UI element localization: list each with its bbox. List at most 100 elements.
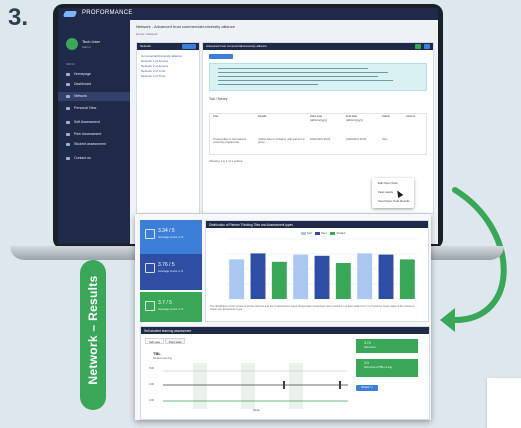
sidebar-item-personal-view[interactable]: Personal View bbox=[58, 104, 130, 113]
col-header[interactable]: Actions bbox=[406, 114, 415, 122]
sidebar-item-peer-assessment[interactable]: Peer Assessment bbox=[58, 130, 130, 139]
network-tree-card: Network Commercial/University alliance N… bbox=[136, 42, 200, 214]
learning-assessment-panel: Self-student learning assessment Self vi… bbox=[140, 326, 430, 420]
distribution-bar-chart bbox=[226, 238, 418, 300]
app-window: PROFORMANCE Tech User Admin MENU Homepag… bbox=[58, 8, 438, 244]
x-axis-label: Week bbox=[253, 409, 260, 412]
y-tick-label: 4.00 bbox=[149, 383, 155, 386]
box-value: 3.74 bbox=[364, 341, 371, 345]
sidebar-item-contact-us[interactable]: Contact us bbox=[58, 154, 130, 163]
network-icon bbox=[66, 95, 70, 98]
legend-swatch bbox=[330, 232, 336, 235]
menu-title: MENU bbox=[66, 62, 75, 66]
bar bbox=[250, 253, 266, 299]
create-network-button[interactable] bbox=[182, 44, 196, 49]
line-chart-subtitle: Student learning bbox=[153, 357, 172, 360]
tools-table: Title Details Start date (dd/mm/yyyy) En… bbox=[209, 113, 427, 155]
sidebar-item-label: Homepage bbox=[74, 72, 92, 76]
sidebar-item-homepage[interactable]: Homepage bbox=[58, 70, 130, 79]
network-tree: Commercial/University alliance Network 1… bbox=[141, 54, 182, 79]
col-header[interactable]: Status bbox=[382, 114, 390, 122]
cell-end-date: 01/04/2021 00:00 bbox=[346, 138, 367, 141]
corner-card bbox=[487, 378, 521, 428]
avatar[interactable] bbox=[66, 38, 78, 50]
mail-icon bbox=[66, 157, 70, 160]
sidebar-item-label: Network bbox=[74, 94, 87, 98]
range-band bbox=[241, 363, 255, 409]
sidebar-item-dashboard[interactable]: Dashboard bbox=[58, 80, 130, 89]
student-icon bbox=[145, 301, 155, 311]
network-results-label: Network – Results bbox=[80, 260, 106, 410]
range-band bbox=[289, 363, 303, 409]
sidebar-item-student-assessment[interactable]: Student assessment bbox=[58, 140, 130, 149]
line-chart-title: TBL bbox=[153, 351, 161, 356]
table-pager: Showing 1 to 1 of 1 entries bbox=[209, 159, 243, 163]
tile-value: 3.76 / 5 bbox=[158, 262, 175, 268]
tab-peer-view[interactable]: Peer view bbox=[165, 338, 186, 344]
col-header[interactable]: Title bbox=[213, 114, 218, 122]
details-button[interactable]: Details >> bbox=[356, 385, 378, 391]
box-value: 3.3 bbox=[364, 361, 369, 365]
top-bar: PROFORMANCE bbox=[58, 8, 438, 20]
tab-self-view[interactable]: Self view bbox=[145, 338, 165, 344]
logo-icon bbox=[62, 11, 78, 17]
col-header[interactable]: Details bbox=[258, 114, 267, 122]
chart-caption: The distribution of the scores of all th… bbox=[210, 305, 415, 312]
info-line bbox=[218, 72, 388, 73]
bar bbox=[229, 259, 245, 299]
network-settings-button[interactable] bbox=[424, 44, 430, 49]
tbl-score-box: 3.3 Self score of TBL vs avg bbox=[356, 359, 418, 377]
tile-value: 3.7 / 5 bbox=[158, 300, 172, 306]
col-header[interactable]: Start date (dd/mm/yyyy) bbox=[310, 114, 334, 122]
score-tile-peer: 3.76 / 5 Average score 1–5 bbox=[140, 254, 202, 290]
user-icon bbox=[66, 107, 70, 110]
cell-title[interactable]: Trusted allies in international universi… bbox=[213, 138, 253, 144]
bar bbox=[378, 254, 394, 299]
tree-item[interactable]: Network 4 of Trust bbox=[141, 74, 182, 79]
legend-label: Student bbox=[336, 232, 346, 235]
timeline-chart bbox=[163, 363, 348, 409]
chart-legend: Self Peer Student bbox=[298, 232, 345, 235]
clipboard-icon bbox=[66, 121, 70, 124]
cell-status: Sent bbox=[382, 138, 388, 141]
legend-label: Self bbox=[307, 232, 312, 235]
bar bbox=[357, 253, 373, 299]
edit-network-button[interactable] bbox=[415, 44, 421, 49]
dashboard-icon bbox=[66, 83, 70, 86]
menu-item-edit[interactable]: Edit Open Tools bbox=[378, 181, 398, 185]
tool-section-title: Tool / Survey bbox=[209, 97, 228, 101]
cell-details: Collect data on behalf of, with partners… bbox=[258, 138, 306, 144]
sidebar: Tech User Admin MENU Homepage Dashboard … bbox=[58, 20, 130, 244]
box-sub: Self score of TBL vs avg bbox=[364, 366, 392, 369]
sidebar-item-label: Peer Assessment bbox=[74, 132, 102, 136]
user-role: Admin bbox=[82, 45, 91, 49]
sidebar-item-label: Dashboard bbox=[74, 82, 92, 86]
menu-item-view-results[interactable]: View results bbox=[378, 190, 393, 194]
main-panel: Network - Advanced trust commercial/univ… bbox=[130, 20, 438, 244]
sidebar-item-self-assessment[interactable]: Self Assessment bbox=[58, 118, 130, 127]
actions-dropdown: Edit Open Tools View results Send Open T… bbox=[372, 178, 414, 208]
tile-value: 3.34 / 5 bbox=[158, 228, 175, 234]
legend-swatch bbox=[315, 232, 321, 235]
marker bbox=[283, 381, 285, 389]
tile-sub: Average score 1–5 bbox=[158, 307, 184, 311]
star-icon bbox=[145, 229, 155, 239]
self-score-box: 3.74 Self score bbox=[356, 339, 418, 353]
student-icon bbox=[66, 143, 70, 146]
range-band bbox=[193, 363, 207, 409]
legend-label: Peer bbox=[321, 232, 327, 235]
y-tick-label: 3.00 bbox=[149, 399, 155, 402]
detail-card-title: Advanced trust commercial/university all… bbox=[203, 43, 433, 50]
results-report: 3.34 / 5 Average score 1–5 3.76 / 5 Aver… bbox=[135, 214, 431, 420]
legend-swatch bbox=[301, 232, 306, 235]
menu-item-send-results[interactable]: Send Open Tools Results bbox=[378, 199, 410, 203]
breadcrumb: Home / Network bbox=[136, 32, 158, 36]
bar bbox=[314, 255, 330, 299]
sidebar-item-network[interactable]: Network bbox=[58, 92, 130, 101]
info-box bbox=[209, 63, 427, 91]
col-header[interactable]: End date (dd/mm/yyyy) bbox=[346, 114, 370, 122]
add-tool-button[interactable] bbox=[209, 54, 233, 59]
side-label-text: Network – Results bbox=[86, 275, 100, 385]
bar bbox=[271, 261, 287, 299]
info-line bbox=[218, 76, 378, 77]
